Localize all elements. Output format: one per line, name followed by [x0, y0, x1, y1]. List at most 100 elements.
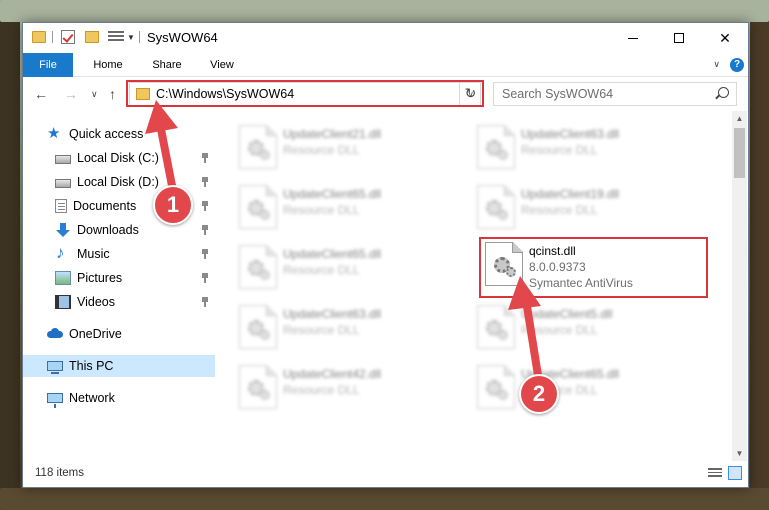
separator — [139, 31, 140, 43]
refresh-icon[interactable]: ↻ — [459, 82, 481, 106]
tab-home[interactable]: Home — [81, 53, 135, 77]
sidebar-item-label: This PC — [69, 359, 114, 373]
tab-file[interactable]: File — [23, 53, 73, 77]
file-name: UpdateClient65.dll — [283, 247, 382, 261]
file-tile[interactable]: UpdateClient21.dll Resource DLL — [235, 121, 465, 173]
up-arrow-icon[interactable]: ↑ — [109, 86, 116, 102]
documents-icon — [55, 199, 67, 213]
sidebar-item-network[interactable]: Network — [23, 387, 215, 409]
drive-icon — [55, 179, 71, 188]
sidebar-item-local-disk-c[interactable]: Local Disk (C:) — [23, 147, 215, 169]
tab-share[interactable]: Share — [143, 53, 191, 77]
help-icon[interactable]: ? — [730, 58, 744, 72]
properties-checkmark-icon[interactable] — [61, 30, 75, 44]
file-name: qcinst.dll — [529, 244, 576, 258]
file-name: UpdateClient63.dll — [283, 307, 382, 321]
file-list: UpdateClient21.dll Resource DLL UpdateCl… — [219, 111, 733, 461]
drive-icon — [55, 155, 71, 164]
maximize-button[interactable] — [656, 23, 702, 53]
dll-file-icon — [239, 305, 277, 349]
onedrive-icon — [47, 327, 63, 341]
file-tile[interactable]: UpdateClient65.dll Resource DLL — [235, 181, 465, 233]
sidebar-item-label: Local Disk (D:) — [77, 175, 159, 189]
tab-view[interactable]: View — [199, 53, 245, 77]
file-type: Resource DLL — [521, 143, 598, 157]
file-tile[interactable]: UpdateClient5.dll Resource DLL — [473, 301, 703, 353]
scroll-up-arrow-icon[interactable]: ▲ — [732, 111, 747, 126]
ribbon-tabs: File Home Share View ∨ ? — [23, 53, 748, 77]
back-arrow-icon[interactable]: ← — [34, 86, 48, 102]
file-tile[interactable]: UpdateClient63.dll Resource DLL — [235, 301, 465, 353]
sidebar-item-videos[interactable]: Videos — [23, 291, 215, 313]
quick-access-toolbar-icon[interactable] — [108, 31, 124, 43]
folder-icon — [32, 31, 46, 43]
sidebar-item-label: Videos — [77, 295, 115, 309]
file-tile[interactable]: UpdateClient19.dll Resource DLL — [473, 181, 703, 233]
tiles-view-icon[interactable] — [728, 466, 742, 480]
sidebar-item-label: Documents — [73, 199, 137, 213]
file-name: UpdateClient65.dll — [283, 187, 382, 201]
navigation-bar: ← → ∨ ↑ C:\Windows\SysWOW64 ∨ ↻ — [23, 78, 748, 110]
expand-ribbon-chevron-icon[interactable]: ∨ — [713, 59, 720, 70]
star-icon — [47, 124, 63, 142]
status-bar: 118 items — [23, 461, 748, 487]
sidebar-item-pictures[interactable]: Pictures — [23, 267, 215, 289]
file-tile[interactable]: UpdateClient42.dll Resource DLL — [235, 361, 465, 413]
dll-file-icon — [239, 125, 277, 169]
sidebar-item-this-pc[interactable]: This PC — [23, 355, 215, 377]
sidebar-item-downloads[interactable]: Downloads — [23, 219, 215, 241]
file-tile[interactable]: UpdateClient65.dll Resource DLL — [473, 361, 703, 413]
pin-icon[interactable] — [201, 249, 209, 259]
file-tile[interactable]: UpdateClient63.dll Resource DLL — [473, 121, 703, 173]
sidebar-item-label: Music — [77, 247, 110, 261]
file-type: Resource DLL — [283, 383, 360, 397]
file-explorer-window: ▼ SysWOW64 ✕ File Home Share View ∨ ? ← … — [22, 22, 749, 488]
music-icon — [55, 243, 71, 263]
details-view-icon[interactable] — [708, 468, 722, 479]
search-box[interactable] — [493, 82, 737, 106]
pin-icon[interactable] — [201, 201, 209, 211]
item-count: 118 items — [35, 467, 85, 479]
pin-icon[interactable] — [201, 177, 209, 187]
forward-arrow-icon[interactable]: → — [64, 86, 78, 102]
sidebar-item-onedrive[interactable]: OneDrive — [23, 323, 215, 345]
recent-locations-chevron-icon[interactable]: ∨ — [91, 89, 98, 100]
sidebar-item-label: OneDrive — [69, 327, 122, 341]
pin-icon[interactable] — [201, 273, 209, 283]
file-type: Resource DLL — [521, 203, 598, 217]
file-tile-qcinst[interactable]: qcinst.dll 8.0.0.9373 Symantec AntiVirus — [481, 238, 711, 290]
close-button[interactable]: ✕ — [702, 23, 748, 53]
vertical-scrollbar[interactable]: ▲ ▼ — [732, 111, 747, 461]
customize-toolbar-chevron-icon[interactable]: ▼ — [127, 33, 135, 51]
address-bar[interactable]: C:\Windows\SysWOW64 ∨ — [129, 82, 481, 106]
step-2-badge: 2 — [519, 374, 559, 414]
new-folder-icon[interactable] — [85, 31, 99, 43]
download-icon — [55, 223, 71, 237]
file-type: Resource DLL — [283, 143, 360, 157]
sidebar-item-music[interactable]: Music — [23, 243, 215, 265]
pin-icon[interactable] — [201, 297, 209, 307]
dll-file-icon — [239, 245, 277, 289]
sidebar-item-label: Quick access — [69, 127, 144, 141]
scroll-down-arrow-icon[interactable]: ▼ — [732, 446, 747, 461]
file-type: Resource DLL — [283, 263, 360, 277]
pin-icon[interactable] — [201, 225, 209, 235]
sidebar-item-quick-access[interactable]: Quick access — [23, 123, 215, 145]
sidebar-item-label: Network — [69, 391, 115, 405]
title-bar: ▼ SysWOW64 ✕ — [23, 23, 748, 53]
minimize-button[interactable] — [610, 23, 656, 53]
videos-icon — [55, 295, 71, 309]
file-type: Resource DLL — [521, 323, 598, 337]
dll-file-icon — [239, 365, 277, 409]
file-name: UpdateClient21.dll — [283, 127, 382, 141]
file-company: Symantec AntiVirus — [529, 276, 633, 290]
dll-file-icon — [477, 305, 515, 349]
window-title: SysWOW64 — [147, 30, 218, 45]
file-tile[interactable]: UpdateClient65.dll Resource DLL — [235, 241, 465, 293]
scroll-thumb[interactable] — [734, 128, 745, 178]
search-input[interactable] — [502, 86, 702, 102]
pin-icon[interactable] — [201, 153, 209, 163]
address-path[interactable]: C:\Windows\SysWOW64 — [156, 87, 294, 101]
search-icon[interactable] — [718, 87, 729, 98]
dll-file-icon — [477, 365, 515, 409]
